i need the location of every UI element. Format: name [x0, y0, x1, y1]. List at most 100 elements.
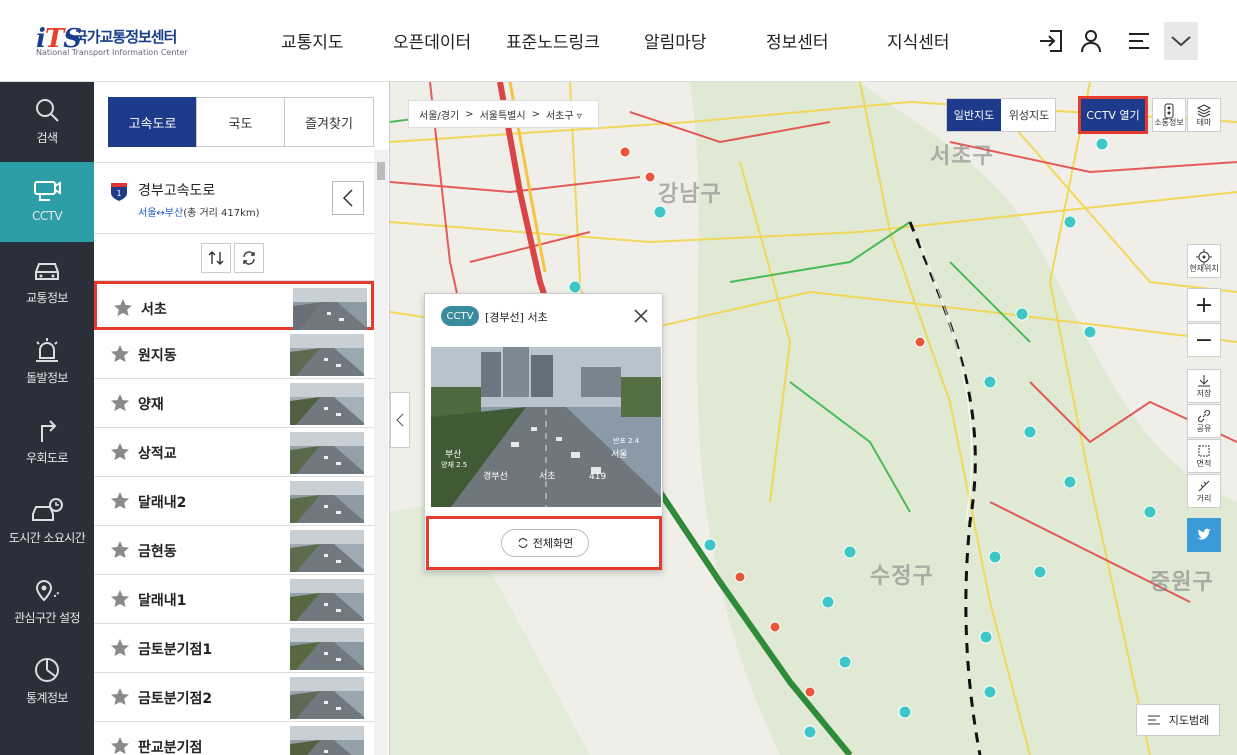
logo-name-en: National Transport Information Center — [36, 48, 188, 57]
cctv-thumbnail[interactable] — [290, 677, 364, 719]
gnb-traffic-map[interactable]: 교통지도 — [281, 28, 344, 53]
cctv-list-item[interactable]: 원지동 — [94, 330, 374, 379]
favorite-star-icon[interactable] — [113, 298, 133, 318]
theme-label: 테마 — [1196, 118, 1212, 127]
cctv-name: 달래내2 — [138, 495, 187, 511]
cctv-list-item[interactable]: 금토분기점1 — [94, 624, 374, 673]
map-type-normal[interactable]: 일반지도 — [947, 99, 1001, 131]
cctv-list-item[interactable]: 달래내1 — [94, 575, 374, 624]
current-location-label: 현재위치 — [1189, 264, 1219, 273]
favorite-star-icon[interactable] — [110, 344, 130, 364]
nav-label: 관심구간 설정 — [14, 611, 80, 625]
traffic-flow-button[interactable]: 소통정보 — [1152, 98, 1186, 132]
nav-travel-time[interactable]: 도시간 소요시간 — [0, 482, 94, 562]
user-icon[interactable] — [1074, 22, 1108, 60]
gnb-node-link[interactable]: 표준노드링크 — [506, 28, 600, 53]
favorite-star-icon[interactable] — [110, 540, 130, 560]
nav-cctv[interactable]: CCTV — [0, 162, 94, 242]
favorite-star-icon[interactable] — [110, 687, 130, 707]
chevron-down-icon[interactable] — [1164, 22, 1198, 60]
favorite-star-icon[interactable] — [110, 589, 130, 609]
fullscreen-button[interactable]: 전체화면 — [501, 529, 589, 557]
cctv-list-item[interactable]: 달래내2 — [94, 477, 374, 526]
list-scrollbar[interactable] — [374, 150, 388, 755]
cctv-thumbnail[interactable] — [290, 530, 364, 572]
site-logo[interactable]: iTS 국가교통정보센터 National Transport Informat… — [36, 22, 206, 62]
area-measure-button[interactable]: 면적 — [1187, 439, 1221, 473]
cctv-thumbnail[interactable] — [290, 383, 364, 425]
back-button[interactable] — [332, 181, 364, 215]
car-icon — [0, 256, 94, 286]
breadcrumb-city[interactable]: 서울특별시 — [480, 107, 526, 122]
favorite-star-icon[interactable] — [110, 736, 130, 755]
share-button[interactable]: 공유 — [1187, 404, 1221, 438]
theme-button[interactable]: 테마 — [1187, 98, 1221, 132]
nav-traffic-info[interactable]: 교통정보 — [0, 242, 94, 322]
distance-measure-button[interactable]: 거리 — [1187, 474, 1221, 508]
cctv-list-item[interactable]: 서초 — [94, 281, 374, 330]
cctv-name: 원지동 — [138, 348, 177, 364]
breadcrumb-region[interactable]: 서울/경기 — [419, 107, 459, 122]
twitter-button[interactable] — [1187, 518, 1221, 552]
nav-label: CCTV — [32, 209, 63, 223]
cctv-list-item[interactable]: 금토분기점2 — [94, 673, 374, 722]
search-icon — [0, 96, 94, 126]
cctv-thumbnail[interactable] — [290, 628, 364, 670]
twitter-icon — [1197, 528, 1211, 540]
map-type-satellite[interactable]: 위성지도 — [1001, 99, 1057, 131]
breadcrumb: 서울/경기 > 서울특별시 > 서초구 ▿ — [408, 100, 599, 128]
cctv-thumbnail[interactable] — [290, 481, 364, 523]
detour-icon — [0, 416, 94, 446]
login-icon[interactable] — [1034, 22, 1068, 60]
favorite-star-icon[interactable] — [110, 491, 130, 511]
cctv-thumbnail[interactable] — [290, 432, 364, 474]
cctv-list-item[interactable]: 판교분기점 — [94, 722, 374, 755]
sort-direction-button[interactable] — [201, 243, 231, 273]
cctv-list-item[interactable]: 양재 — [94, 379, 374, 428]
video-caption-yangjae: 양재 2.5 — [441, 461, 467, 469]
breadcrumb-district[interactable]: 서초구 ▿ — [546, 107, 582, 122]
road-route: 서울↔부산(총 거리 417km) — [138, 204, 260, 219]
cctv-name: 금현동 — [138, 544, 177, 560]
district-label: 중원구 — [1150, 570, 1214, 595]
favorite-star-icon[interactable] — [110, 393, 130, 413]
tab-national-road[interactable]: 국도 — [196, 97, 285, 147]
gnb-knowledge-center[interactable]: 지식센터 — [887, 28, 950, 53]
nav-search[interactable]: 검색 — [0, 82, 94, 162]
link-icon — [1188, 409, 1220, 423]
gnb-notice[interactable]: 알림마당 — [644, 28, 707, 53]
cctv-list-item[interactable]: 금현동 — [94, 526, 374, 575]
breadcrumb-separator: > — [465, 108, 474, 120]
nav-incident-info[interactable]: 돌발정보 — [0, 322, 94, 402]
cctv-thumbnail[interactable] — [290, 334, 364, 376]
cctv-list-item[interactable]: 상적교 — [94, 428, 374, 477]
cctv-thumbnail[interactable] — [290, 726, 364, 755]
tab-favorites[interactable]: 즐겨찾기 — [284, 97, 374, 147]
tab-expressway[interactable]: 고속도로 — [108, 97, 197, 147]
refresh-button[interactable] — [234, 243, 264, 273]
favorite-star-icon[interactable] — [110, 442, 130, 462]
nav-interest-section[interactable]: 관심구간 설정 — [0, 562, 94, 642]
map-legend-button[interactable]: 지도범례 — [1136, 704, 1220, 736]
menu-icon[interactable] — [1122, 22, 1156, 60]
save-button[interactable]: 저장 — [1187, 369, 1221, 403]
nav-detour[interactable]: 우회도로 — [0, 402, 94, 482]
close-popup-button[interactable] — [631, 306, 651, 326]
nav-statistics[interactable]: 통계정보 — [0, 642, 94, 722]
zoom-in-button[interactable]: + — [1187, 288, 1221, 322]
scrollbar-thumb[interactable] — [377, 162, 385, 180]
chevron-left-icon — [342, 189, 353, 207]
cctv-thumbnail[interactable] — [290, 579, 364, 621]
favorite-star-icon[interactable] — [110, 638, 130, 658]
zoom-out-button[interactable]: − — [1187, 323, 1221, 357]
logo-name-ko: 국가교통정보센터 — [74, 28, 177, 46]
cctv-open-button[interactable]: CCTV 열기 — [1078, 96, 1148, 134]
area-icon — [1188, 444, 1220, 458]
cctv-video-feed[interactable]: 부산 양재 2.5 경부선 서초 419 반포 2.4 서울 — [431, 347, 661, 507]
gnb-open-data[interactable]: 오픈데이터 — [393, 28, 471, 53]
gnb-info-center[interactable]: 정보센터 — [766, 28, 829, 53]
current-location-button[interactable]: 현재위치 — [1187, 244, 1221, 278]
cctv-thumbnail[interactable] — [293, 288, 367, 330]
video-caption-km: 419 — [589, 472, 606, 482]
collapse-panel-button[interactable] — [390, 392, 410, 448]
